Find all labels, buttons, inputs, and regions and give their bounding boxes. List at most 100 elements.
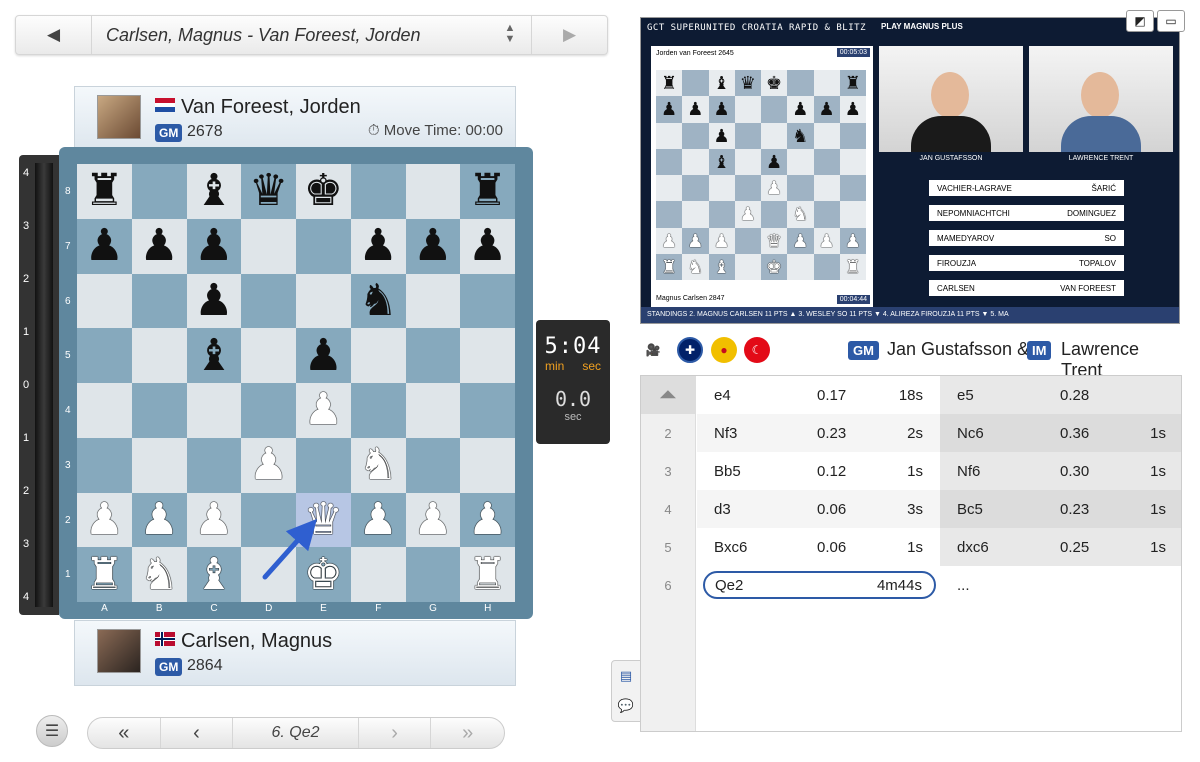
live-video[interactable]: GCT SUPERUNITED CROATIA RAPID & BLITZ PL… [640, 17, 1180, 324]
square-e6[interactable] [296, 273, 351, 329]
spain-flag-icon[interactable]: ● [711, 337, 737, 363]
square-h3[interactable] [460, 437, 515, 493]
square-b5[interactable] [131, 328, 187, 383]
square-b7[interactable]: ♟ [131, 218, 187, 274]
square-b4[interactable] [131, 383, 187, 438]
square-h6[interactable] [460, 273, 515, 329]
black-move[interactable]: Bc5 [957, 501, 983, 518]
black-pawn[interactable]: ♟ [358, 224, 397, 268]
white-pawn[interactable]: ♟ [468, 497, 507, 542]
square-c5[interactable]: ♝ [186, 328, 242, 383]
black-pawn[interactable]: ♟ [468, 224, 507, 268]
collapse-icon[interactable]: ⏶ [641, 376, 696, 414]
white-pawn[interactable]: ♟ [304, 388, 343, 432]
white-bishop[interactable]: ♝ [194, 552, 233, 597]
square-c2[interactable]: ♟ [186, 492, 242, 548]
black-rook[interactable]: ♜ [85, 169, 124, 213]
square-d7[interactable] [241, 218, 296, 274]
square-g5[interactable] [405, 328, 461, 383]
popout-video-button[interactable]: ◩ [1126, 10, 1154, 32]
square-h4[interactable] [460, 383, 515, 438]
chat-icon[interactable]: 💬 [612, 691, 640, 721]
square-c8[interactable]: ♝ [186, 164, 242, 219]
square-f2[interactable]: ♟ [350, 492, 406, 548]
white-rook[interactable]: ♜ [468, 552, 507, 597]
white-pawn[interactable]: ♟ [194, 497, 233, 542]
next-game-button[interactable]: ▶ [531, 16, 607, 54]
camera-icon[interactable]: 🎥 [640, 337, 666, 363]
square-h7[interactable]: ♟ [460, 218, 515, 274]
square-c3[interactable] [186, 437, 242, 493]
square-b6[interactable] [131, 273, 187, 329]
black-rook[interactable]: ♜ [468, 169, 507, 213]
black-pawn[interactable]: ♟ [194, 224, 233, 268]
black-move[interactable]: e5 [957, 387, 974, 404]
white-move[interactable]: Bxc6 [714, 539, 747, 556]
square-g8[interactable] [405, 164, 461, 219]
black-pawn[interactable]: ♟ [139, 224, 178, 268]
square-a1[interactable]: ♜ [77, 547, 132, 602]
square-f5[interactable] [350, 328, 406, 383]
square-e8[interactable]: ♚ [296, 164, 351, 219]
square-b8[interactable] [131, 164, 187, 219]
square-b2[interactable]: ♟ [131, 492, 187, 548]
white-queen[interactable]: ♛ [304, 497, 343, 542]
square-d8[interactable]: ♛ [241, 164, 296, 219]
square-a7[interactable]: ♟ [77, 218, 132, 274]
square-a8[interactable]: ♜ [77, 164, 132, 219]
square-f4[interactable] [350, 383, 406, 438]
square-g4[interactable] [405, 383, 461, 438]
square-g2[interactable]: ♟ [405, 492, 461, 548]
white-knight[interactable]: ♞ [139, 552, 178, 597]
square-d1[interactable] [241, 547, 296, 602]
square-e4[interactable]: ♟ [296, 383, 351, 438]
white-move[interactable]: d3 [714, 501, 731, 518]
white-pawn[interactable]: ♟ [413, 497, 452, 542]
up-down-icon[interactable]: ▲ ▼ [501, 23, 519, 45]
square-h8[interactable]: ♜ [460, 164, 515, 219]
black-pawn[interactable]: ♟ [304, 333, 343, 378]
black-bishop[interactable]: ♝ [194, 333, 233, 378]
previous-game-button[interactable]: ◀ [16, 16, 92, 54]
square-g7[interactable]: ♟ [405, 218, 461, 274]
square-c1[interactable]: ♝ [186, 547, 242, 602]
turkey-flag-icon[interactable]: ☾ [744, 337, 770, 363]
current-move[interactable]: Qe2 4m44s [703, 571, 936, 599]
square-e5[interactable]: ♟ [296, 328, 351, 383]
square-f7[interactable]: ♟ [350, 218, 406, 274]
last-move-button[interactable]: » [431, 718, 504, 748]
square-c4[interactable] [186, 383, 242, 438]
square-f6[interactable]: ♞ [350, 273, 406, 329]
black-pawn[interactable]: ♟ [413, 224, 452, 268]
white-pawn[interactable]: ♟ [249, 443, 288, 487]
next-move-button[interactable]: › [359, 718, 432, 748]
game-selector[interactable]: ◀ Carlsen, Magnus - Van Foreest, Jorden … [15, 15, 608, 55]
chess-board[interactable]: ♜ ♝ ♛ ♚ ♜ ♟ ♟ ♟ ♟ ♟ ♟ ♟ ♞ ♝ ♟ ♟ ♟ ♞ ♟ ♟ ♟ ♛ ♟ ♟ ♟ ♜ ♞ ♝ ♚ ♜ [77, 164, 515, 602]
previous-move-button[interactable]: ‹ [161, 718, 234, 748]
white-pawn[interactable]: ♟ [358, 497, 397, 542]
square-d6[interactable] [241, 273, 296, 329]
black-move[interactable]: Nf6 [957, 463, 980, 480]
white-move[interactable]: Nf3 [714, 425, 737, 442]
white-pawn[interactable]: ♟ [85, 497, 124, 542]
square-h5[interactable] [460, 328, 515, 383]
black-queen[interactable]: ♛ [249, 169, 288, 213]
square-a3[interactable] [77, 437, 132, 493]
square-h1[interactable]: ♜ [460, 547, 515, 602]
white-king[interactable]: ♚ [304, 552, 343, 597]
square-d3[interactable]: ♟ [241, 437, 296, 493]
square-e3[interactable] [296, 437, 351, 493]
black-move[interactable]: Nc6 [957, 425, 984, 442]
notation-view-icon[interactable]: ▤ [612, 661, 640, 691]
square-b3[interactable] [131, 437, 187, 493]
square-g6[interactable] [405, 273, 461, 329]
square-g3[interactable] [405, 437, 461, 493]
black-pawn[interactable]: ♟ [194, 278, 233, 323]
uk-flag-icon[interactable]: ✚ [677, 337, 703, 363]
square-d4[interactable] [241, 383, 296, 438]
square-f8[interactable] [350, 164, 406, 219]
first-move-button[interactable]: « [88, 718, 161, 748]
square-c6[interactable]: ♟ [186, 273, 242, 329]
white-knight[interactable]: ♞ [358, 443, 397, 487]
square-a5[interactable] [77, 328, 132, 383]
